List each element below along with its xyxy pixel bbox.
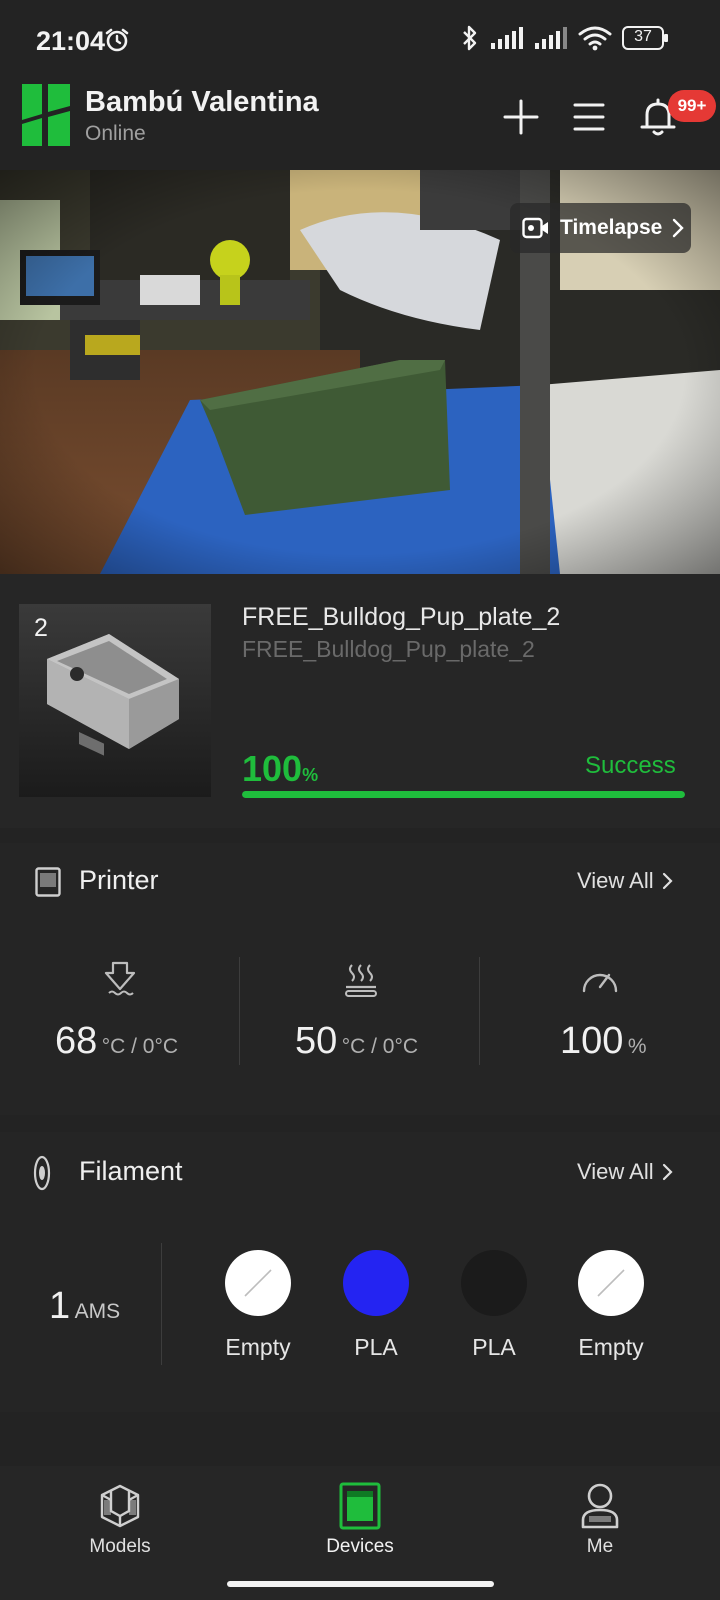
menu-button[interactable] [567, 95, 611, 139]
printer-name[interactable]: Bambú Valentina [85, 86, 319, 119]
video-camera-icon [522, 217, 548, 239]
ams-label: AMS [74, 1300, 121, 1323]
progress-unit: % [302, 765, 319, 785]
job-title: FREE_Bulldog_Pup_plate_2 [242, 603, 561, 631]
divider [161, 1243, 162, 1365]
plus-icon [503, 99, 539, 135]
progress-bar [242, 791, 685, 798]
printer-status: Online [85, 122, 146, 145]
bluetooth-icon [463, 25, 477, 51]
alarm-icon [105, 28, 129, 52]
speed-unit: % [627, 1035, 647, 1058]
nav-item-devices[interactable]: Devices [300, 1480, 420, 1560]
filament-spool-icon [33, 1155, 51, 1191]
filament-color-swatch [343, 1250, 409, 1316]
speed-gauge-icon[interactable] [580, 963, 620, 997]
bed-temp-value: 50 [295, 1020, 338, 1062]
ams-count-readout[interactable]: 1 AMS [49, 1285, 120, 1328]
view-all-label: View All [577, 868, 654, 893]
filament-slot-4[interactable]: Empty [556, 1250, 666, 1370]
nozzle-temp-icon[interactable] [103, 961, 137, 999]
divider [239, 957, 240, 1065]
nozzle-temp-value: 68 [55, 1020, 98, 1062]
nozzle-temp-unit: °C / 0°C [101, 1035, 179, 1058]
notification-badge: 99+ [668, 90, 716, 122]
job-status: Success [585, 752, 676, 779]
wifi-icon [578, 26, 612, 51]
status-time: 21:04 [36, 26, 106, 56]
nozzle-temp-readout: 68 °C / 0°C [55, 1020, 215, 1063]
nav-label-models: Models [89, 1536, 151, 1557]
filament-section-title: Filament [79, 1156, 183, 1186]
speed-readout: 100 % [560, 1020, 680, 1063]
filament-view-all-button[interactable]: View All [577, 1159, 673, 1185]
timelapse-button[interactable]: Timelapse [510, 203, 691, 253]
nav-label-devices: Devices [326, 1536, 394, 1557]
filament-slot-label: PLA [354, 1334, 398, 1360]
filament-slot-2[interactable]: PLA [321, 1250, 431, 1370]
battery-icon: 37 [622, 26, 668, 50]
signal-icon [535, 27, 567, 49]
bed-temp-icon[interactable] [344, 963, 378, 999]
nav-label-me: Me [586, 1536, 614, 1557]
devices-printer-icon [339, 1482, 381, 1530]
printer-section-title: Printer [79, 865, 159, 895]
job-subtitle: FREE_Bulldog_Pup_plate_2 [242, 636, 535, 662]
bed-temp-unit: °C / 0°C [341, 1035, 419, 1058]
models-cube-icon [100, 1484, 140, 1528]
filament-slot-label: Empty [225, 1334, 291, 1360]
speed-value: 100 [560, 1020, 624, 1062]
nav-item-models[interactable]: Models [60, 1480, 180, 1560]
ams-count: 1 [49, 1285, 71, 1327]
printer-icon [35, 867, 61, 897]
chevron-right-icon [673, 218, 685, 238]
filament-slot-label: PLA [472, 1334, 516, 1360]
timelapse-label: Timelapse [560, 216, 663, 239]
bed-temp-readout: 50 °C / 0°C [295, 1020, 455, 1063]
empty-slot-swatch [225, 1250, 291, 1316]
printer-view-all-button[interactable]: View All [577, 868, 673, 894]
progress-bar-fill [242, 791, 685, 798]
filament-slot-3[interactable]: PLA [439, 1250, 549, 1370]
divider [479, 957, 480, 1065]
status-icons: 37 [460, 24, 668, 52]
nav-item-me[interactable]: Me [540, 1480, 660, 1560]
filament-slot-label: Empty [578, 1334, 644, 1360]
empty-slot-swatch [578, 1250, 644, 1316]
signal-icon [491, 27, 523, 49]
chevron-right-icon [662, 872, 673, 890]
add-button[interactable] [499, 95, 543, 139]
progress-percent: 100% [242, 748, 318, 790]
bambu-logo[interactable] [22, 84, 70, 146]
progress-value: 100 [242, 748, 303, 789]
plate-number: 2 [34, 614, 48, 642]
profile-icon [581, 1483, 619, 1529]
menu-icon [573, 103, 605, 131]
home-indicator[interactable] [227, 1581, 494, 1587]
chevron-right-icon [662, 1163, 673, 1181]
view-all-label: View All [577, 1159, 654, 1184]
filament-color-swatch [461, 1250, 527, 1316]
filament-slot-1[interactable]: Empty [203, 1250, 313, 1370]
battery-level: 37 [634, 28, 652, 45]
